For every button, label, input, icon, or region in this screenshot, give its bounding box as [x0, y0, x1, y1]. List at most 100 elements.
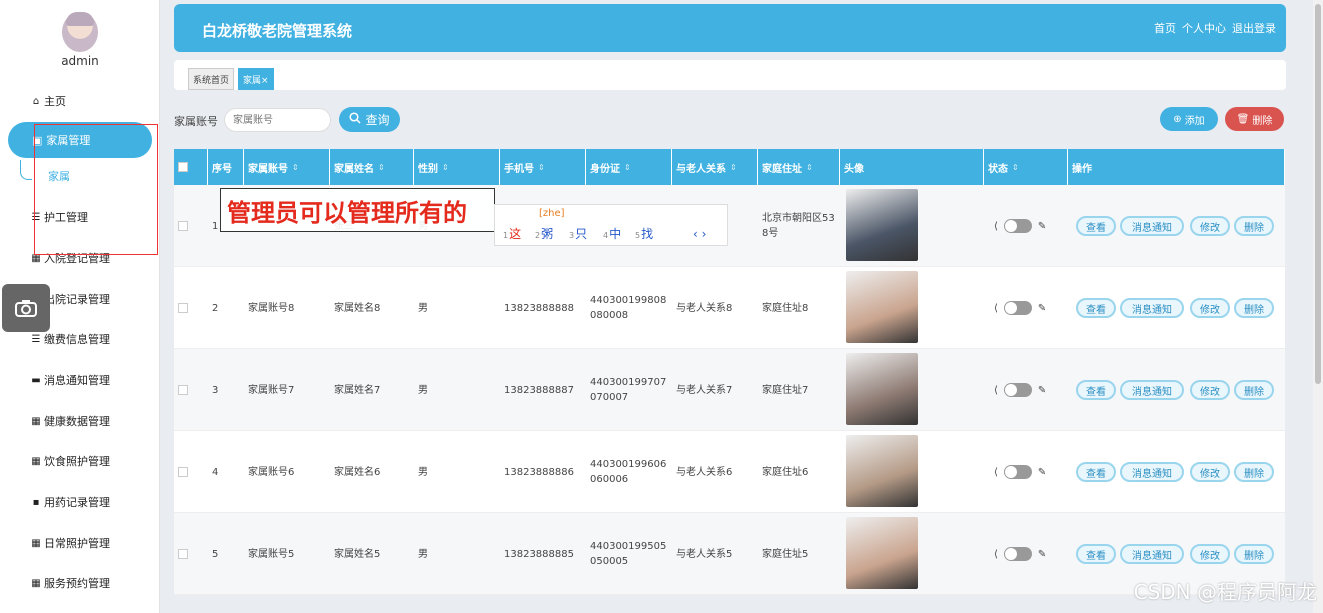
column-header-3[interactable]: 性别 ⇕ — [414, 149, 500, 185]
sort-icon[interactable]: ⇕ — [730, 163, 737, 172]
sidebar-item-6[interactable]: ▦ 健康数据管理 — [30, 411, 110, 431]
edit-button[interactable]: 修改 — [1190, 544, 1230, 564]
app-title: 白龙桥敬老院管理系统 — [202, 22, 353, 40]
add-button[interactable]: ⊕ 添加 — [1160, 107, 1218, 131]
sort-icon[interactable]: ⇕ — [292, 163, 299, 172]
ime-page-arrows[interactable]: ‹ › — [693, 227, 706, 241]
row-checkbox[interactable] — [174, 267, 208, 349]
status-toggle[interactable] — [1003, 465, 1032, 479]
column-header-9[interactable]: 状态 ⇕ — [984, 149, 1068, 185]
edit-button[interactable]: 修改 — [1190, 380, 1230, 400]
column-header-10[interactable]: 操作 — [1068, 149, 1285, 185]
row-checkbox[interactable] — [174, 185, 208, 267]
delete-button[interactable]: 删除 — [1234, 380, 1274, 400]
share-icon[interactable]: ⟨ — [994, 219, 998, 234]
delete-button[interactable]: 删除 — [1234, 462, 1274, 482]
notify-button[interactable]: 消息通知 — [1120, 380, 1184, 400]
edit-icon[interactable]: ✎ — [1038, 547, 1046, 562]
status-toggle[interactable] — [1003, 547, 1032, 561]
sidebar-item-10[interactable]: ▦ 服务预约管理 — [30, 573, 110, 593]
status-cell: ⟨ ✎ — [990, 513, 1046, 595]
column-header-1[interactable]: 家属账号 ⇕ — [244, 149, 330, 185]
column-header-7[interactable]: 家庭住址 ⇕ — [758, 149, 840, 185]
sort-icon[interactable]: ⇕ — [538, 163, 545, 172]
share-icon[interactable]: ⟨ — [994, 465, 998, 480]
edit-icon[interactable]: ✎ — [1038, 383, 1046, 398]
notify-button[interactable]: 消息通知 — [1120, 216, 1184, 236]
sidebar-item-8[interactable]: ▪ 用药记录管理 — [30, 492, 110, 512]
avatar-photo[interactable] — [846, 189, 918, 261]
view-button[interactable]: 查看 — [1076, 380, 1116, 400]
camera-icon[interactable] — [2, 284, 50, 332]
view-button[interactable]: 查看 — [1076, 462, 1116, 482]
notify-button[interactable]: 消息通知 — [1120, 462, 1184, 482]
view-button[interactable]: 查看 — [1076, 544, 1116, 564]
status-toggle[interactable] — [1003, 301, 1032, 315]
select-all-checkbox[interactable] — [174, 149, 208, 185]
tab-home[interactable]: 系统首页 — [188, 68, 235, 90]
column-header-0[interactable]: 序号 — [208, 149, 244, 185]
view-button[interactable]: 查看 — [1076, 216, 1116, 236]
ime-candidate[interactable]: 5找 — [635, 225, 653, 242]
search-button[interactable]: 查询 — [339, 107, 400, 132]
share-icon[interactable]: ⟨ — [994, 301, 998, 316]
ime-candidate[interactable]: 1这 — [503, 225, 521, 242]
edit-button[interactable]: 修改 — [1190, 462, 1230, 482]
delete-button[interactable]: 删除 — [1234, 544, 1274, 564]
row-checkbox[interactable] — [174, 513, 208, 595]
sidebar-item-4[interactable]: ☰ 缴费信息管理 — [30, 329, 110, 349]
sort-icon[interactable]: ⇕ — [1012, 163, 1019, 172]
delete-button[interactable]: 删除 — [1234, 298, 1274, 318]
sort-icon[interactable]: ⇕ — [624, 163, 631, 172]
share-icon[interactable]: ⟨ — [994, 383, 998, 398]
delete-button[interactable]: 删除 — [1234, 216, 1274, 236]
row-checkbox[interactable] — [174, 431, 208, 513]
sidebar-item-7[interactable]: ▦ 饮食照护管理 — [30, 451, 110, 471]
column-header-8[interactable]: 头像 — [840, 149, 984, 185]
link-home[interactable]: 首页 — [1154, 20, 1176, 36]
avatar-photo[interactable] — [846, 517, 918, 589]
notify-button[interactable]: 消息通知 — [1120, 544, 1184, 564]
column-header-4[interactable]: 手机号 ⇕ — [500, 149, 586, 185]
ime-candidate[interactable]: 3只 — [569, 225, 587, 242]
link-profile[interactable]: 个人中心 — [1182, 20, 1226, 36]
view-button[interactable]: 查看 — [1076, 298, 1116, 318]
search-input[interactable] — [224, 108, 331, 132]
cell-phone: 13823888887 — [504, 384, 574, 396]
edit-icon[interactable]: ✎ — [1038, 465, 1046, 480]
notify-button[interactable]: 消息通知 — [1120, 298, 1184, 318]
status-toggle[interactable] — [1003, 383, 1032, 397]
edit-button[interactable]: 修改 — [1190, 216, 1230, 236]
cell-idx: 2 — [212, 302, 219, 314]
column-header-5[interactable]: 身份证 ⇕ — [586, 149, 672, 185]
sidebar: admin ⌂主页☰护工管理▦入院登记管理⚑出院记录管理☰缴费信息管理▬消息通知… — [0, 0, 160, 613]
avatar-photo[interactable] — [846, 271, 918, 343]
delete-button[interactable]: 🗑 删除 — [1225, 107, 1284, 131]
scrollbar-thumb[interactable] — [1315, 4, 1321, 384]
sidebar-item-label: 健康数据管理 — [44, 415, 110, 428]
link-logout[interactable]: 退出登录 — [1232, 20, 1276, 36]
avatar-photo[interactable] — [846, 435, 918, 507]
status-toggle[interactable] — [1003, 219, 1032, 233]
column-header-6[interactable]: 与老人关系 ⇕ — [672, 149, 758, 185]
sort-icon[interactable]: ⇕ — [806, 163, 813, 172]
ime-candidate[interactable]: 2粥 — [535, 225, 553, 242]
tab-family[interactable]: 家属× — [238, 68, 274, 90]
avatar[interactable] — [62, 12, 98, 52]
sort-icon[interactable]: ⇕ — [442, 163, 449, 172]
sort-icon[interactable]: ⇕ — [378, 163, 385, 172]
ime-candidate-popup[interactable]: [zhe] 1这 2粥 3只 4中 5找 ‹ › — [494, 204, 728, 246]
annotation-text[interactable]: 管理员可以管理所有的 — [220, 188, 495, 232]
avatar-photo[interactable] — [846, 353, 918, 425]
ime-candidate[interactable]: 4中 — [603, 225, 621, 242]
edit-button[interactable]: 修改 — [1190, 298, 1230, 318]
sidebar-item-9[interactable]: ▦ 日常照护管理 — [30, 533, 110, 553]
sidebar-item-0[interactable]: ⌂ 主页 — [30, 91, 66, 111]
row-checkbox[interactable] — [174, 349, 208, 431]
edit-icon[interactable]: ✎ — [1038, 301, 1046, 316]
edit-icon[interactable]: ✎ — [1038, 219, 1046, 234]
share-icon[interactable]: ⟨ — [994, 547, 998, 562]
cell-gender: 男 — [418, 548, 428, 560]
sidebar-item-5[interactable]: ▬ 消息通知管理 — [30, 370, 110, 390]
column-header-2[interactable]: 家属姓名 ⇕ — [330, 149, 414, 185]
